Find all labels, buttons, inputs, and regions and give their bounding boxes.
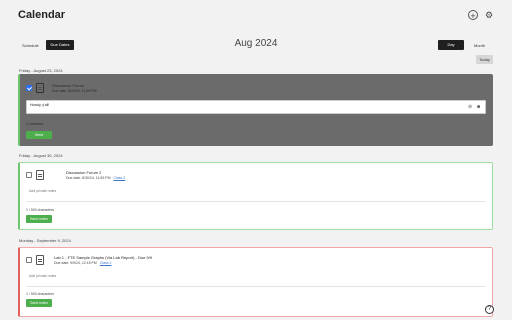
day-heading: Friday - August 30, 2024 [19, 153, 63, 158]
private-notes-input[interactable]: Add private notes [26, 187, 486, 199]
gear-icon[interactable]: ⚙ [484, 10, 494, 20]
class-link[interactable]: Class 2 [114, 176, 126, 180]
character-count: 1 / 500 characters [26, 292, 55, 296]
month-view-link[interactable]: Month [474, 43, 485, 48]
divider [26, 201, 486, 202]
day-heading: Friday - August 23, 2024 [19, 68, 63, 73]
document-icon [36, 83, 44, 93]
completion-checkbox[interactable] [26, 257, 32, 263]
due-item-card: Discussion Forum Due date: 8/23/24, 11:5… [18, 74, 493, 146]
item-title[interactable]: Lab 1 - FTE Sample Graphs (Via Lab Repor… [54, 255, 152, 260]
completion-checkbox[interactable] [26, 172, 32, 178]
comments-count[interactable]: 1 comment [26, 122, 43, 126]
send-notes-button[interactable]: Send notes [26, 215, 52, 223]
document-icon [36, 255, 44, 265]
completion-checkbox[interactable] [26, 85, 32, 91]
due-dates-view-button[interactable]: Due Dates [46, 40, 74, 50]
item-due-date: Due date: 9/9/24, 12:15 PM Class 2 [54, 261, 112, 265]
discussion-icon [36, 170, 44, 180]
character-count: 1 / 500 characters [26, 208, 55, 212]
calendar-page: Calendar + ⚙ Schedule Due Dates Aug 2024… [0, 0, 512, 320]
private-notes-input[interactable]: Add private notes [26, 272, 486, 284]
add-circle-icon[interactable]: + [468, 10, 478, 21]
page-title: Calendar [18, 9, 66, 21]
month-label: Aug 2024 [234, 38, 278, 49]
item-title[interactable]: Discussion Forum 2 [66, 170, 101, 175]
emoji-icon[interactable]: ☻ [476, 104, 481, 110]
item-due-date: Due date: 8/23/24, 11:59 PM [52, 89, 97, 93]
due-item-card: Lab 1 - FTE Sample Graphs (Via Lab Repor… [18, 247, 493, 317]
schedule-view-link[interactable]: Schedule [22, 43, 39, 48]
day-view-button[interactable]: Day [438, 40, 464, 50]
item-due-date: Due date: 8/30/24, 11:59 PM Class 2 [66, 176, 126, 180]
day-heading: Monday - September 9, 2024 [19, 238, 71, 243]
send-notes-button[interactable]: Send notes [26, 299, 52, 307]
divider [26, 286, 486, 287]
item-title[interactable]: Discussion Forum [52, 83, 84, 88]
send-button[interactable]: Send [26, 131, 52, 139]
attach-icon[interactable]: ⊘ [468, 104, 472, 110]
reply-input[interactable]: Howdy, y'all! [26, 100, 486, 114]
due-item-card: Discussion Forum 2 Due date: 8/30/24, 11… [18, 162, 493, 230]
today-button[interactable]: Today [476, 55, 493, 64]
app-header: Calendar + ⚙ [0, 0, 512, 30]
help-circle-icon[interactable]: ? [485, 305, 494, 314]
class-link[interactable]: Class 2 [100, 261, 112, 265]
